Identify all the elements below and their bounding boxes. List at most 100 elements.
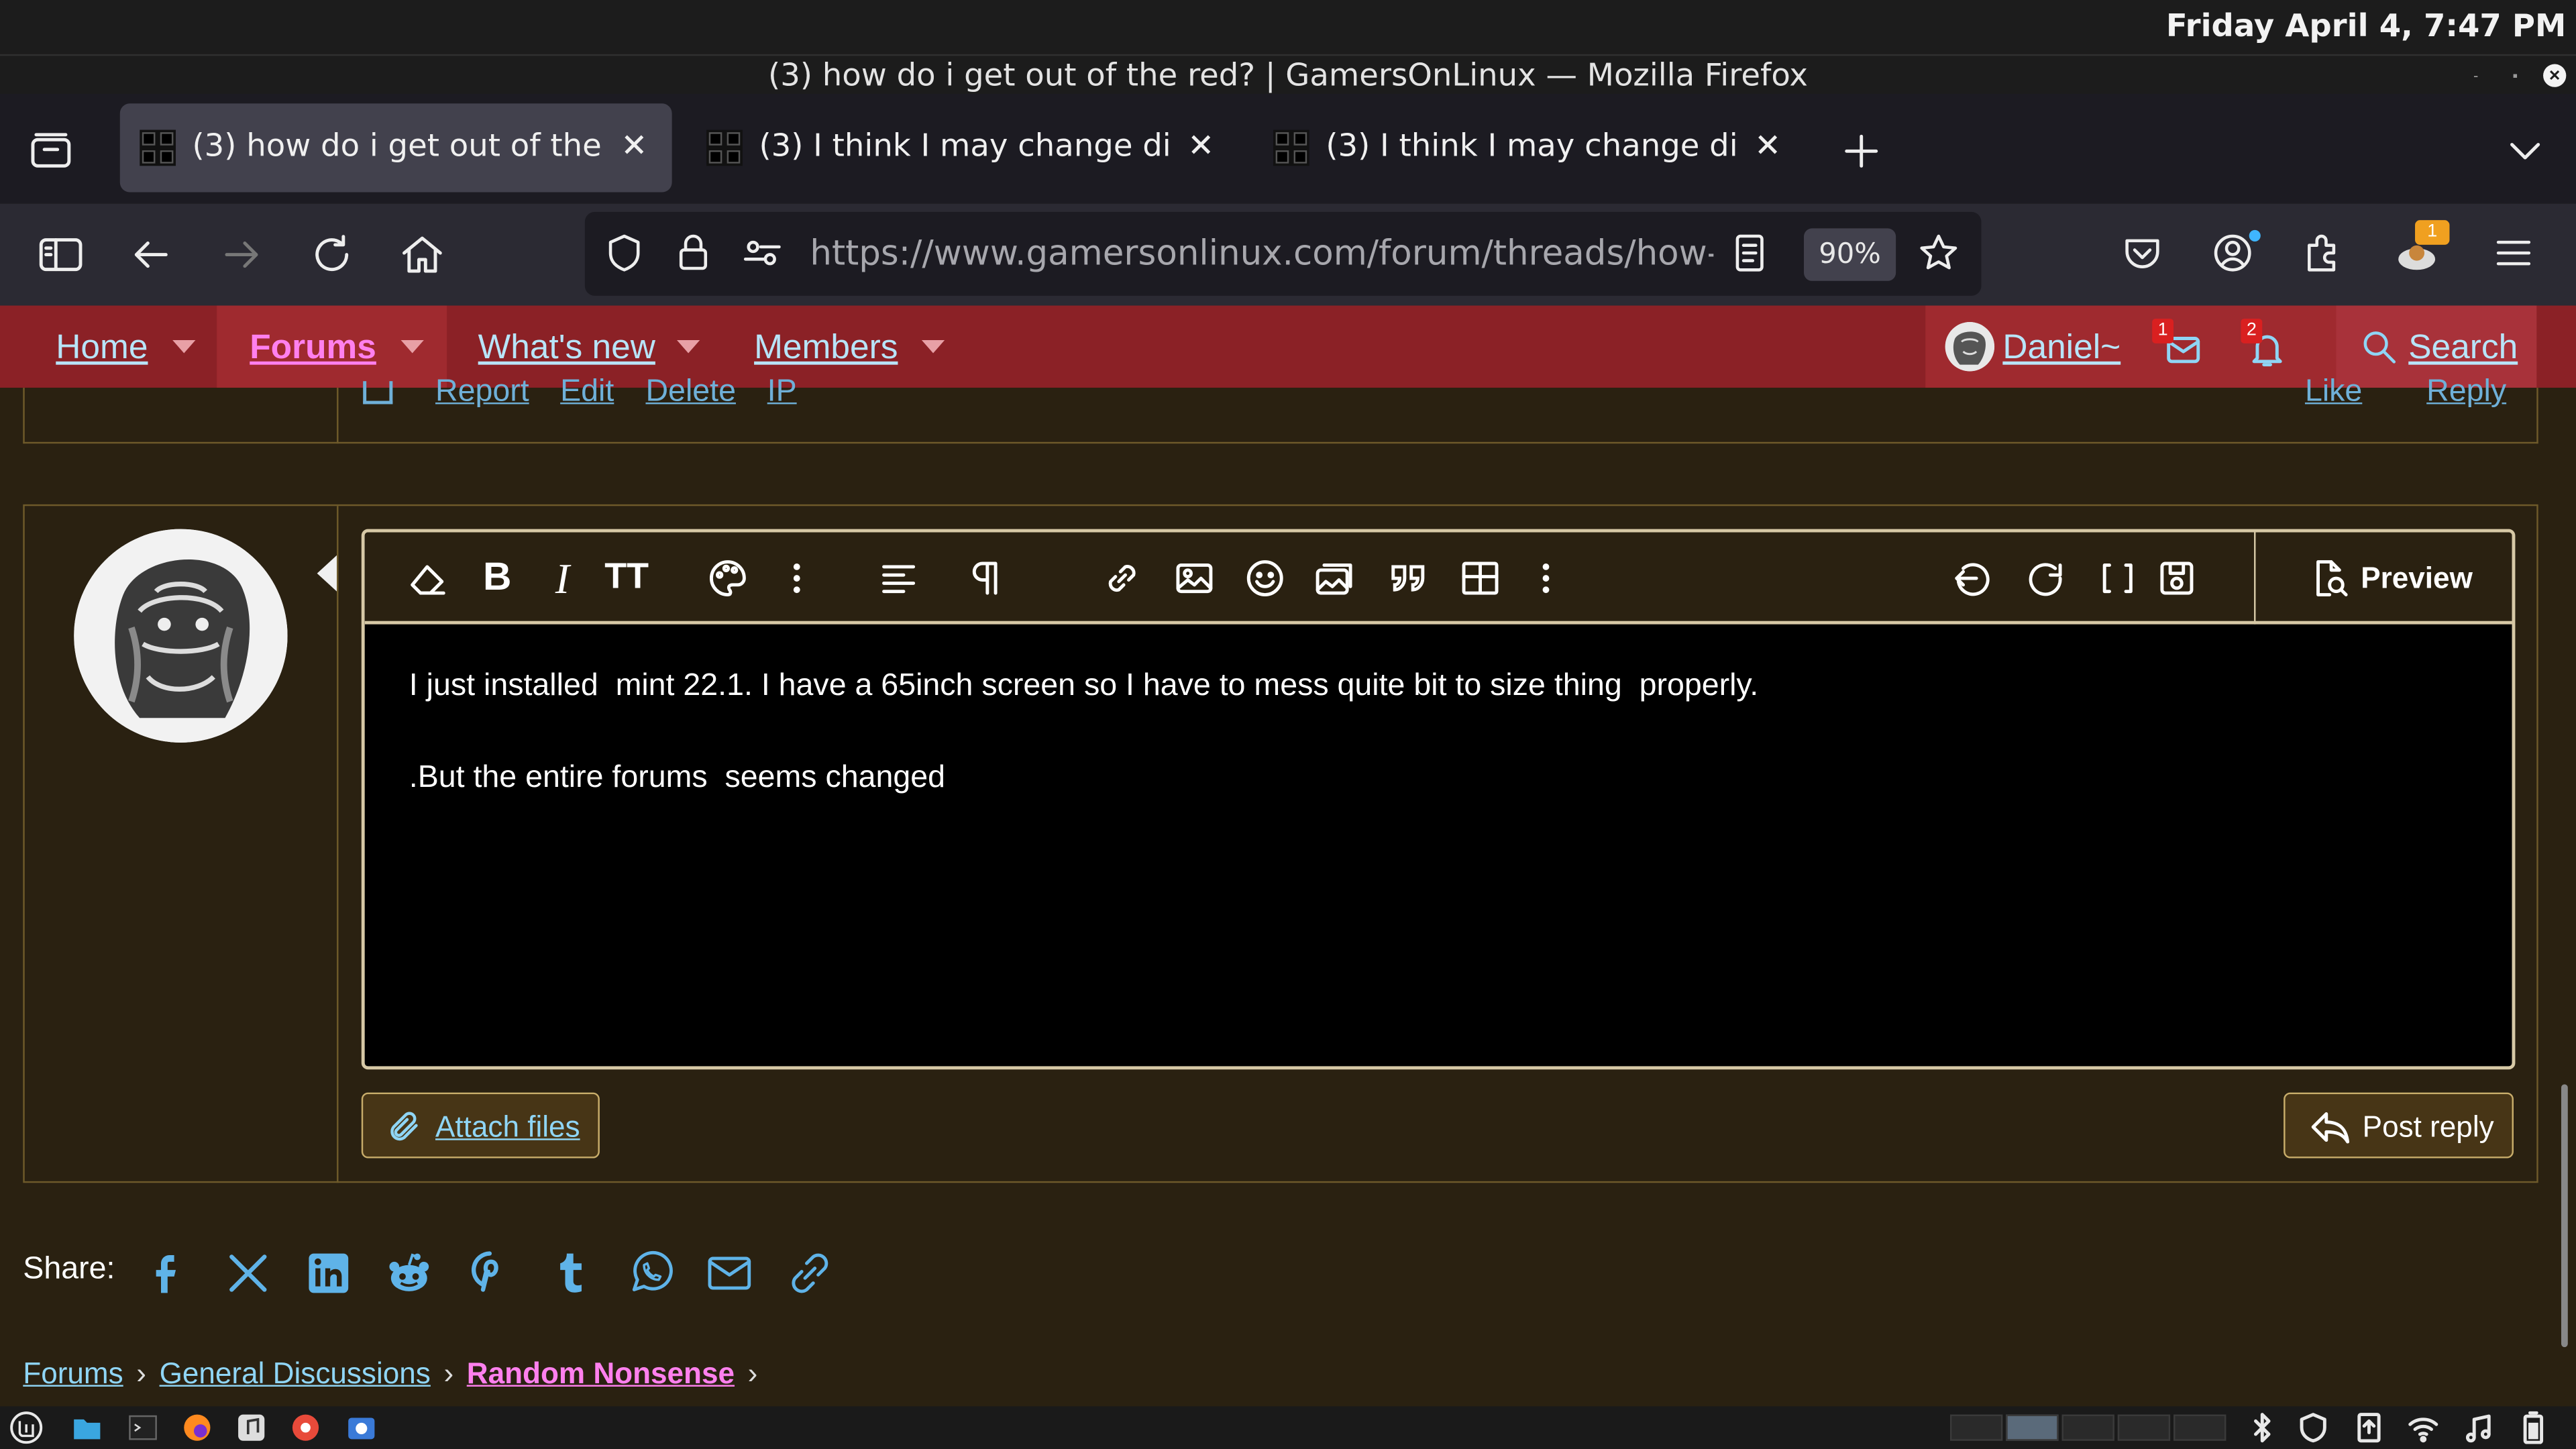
files-icon[interactable] <box>70 1411 103 1444</box>
breadcrumb-forums[interactable]: Forums <box>23 1357 123 1390</box>
preview-button[interactable]: Preview <box>2254 532 2512 625</box>
facebook-icon[interactable] <box>145 1248 194 1297</box>
image-icon[interactable] <box>1173 557 1216 600</box>
whats-new-dropdown-caret-icon[interactable] <box>676 339 700 354</box>
mint-menu-icon[interactable] <box>10 1411 43 1444</box>
message-text[interactable]: I just installed mint 22.1. I have a 65i… <box>409 663 1758 802</box>
paragraph-icon[interactable] <box>965 557 1008 600</box>
inbox-button[interactable]: 1 <box>2152 319 2204 368</box>
sidebar-button[interactable] <box>36 230 85 279</box>
tab-2[interactable]: (3) I think I may change distro | Gamers… <box>687 103 1239 192</box>
align-icon[interactable] <box>877 557 920 600</box>
tab-3[interactable]: (3) I think I may change distro | Gamers… <box>1254 103 1806 192</box>
extensions-button[interactable] <box>2300 230 2349 279</box>
sound-icon[interactable] <box>2463 1411 2496 1444</box>
redo-icon[interactable] <box>2024 557 2067 600</box>
members-dropdown-caret-icon[interactable] <box>921 339 945 354</box>
rich-text-editor[interactable]: B I TT Preview I just installed mint 22.… <box>361 529 2516 1070</box>
firefox-view-button[interactable] <box>26 127 75 176</box>
home-button[interactable] <box>398 230 447 279</box>
zoom-indicator[interactable]: 90% <box>1804 228 1896 281</box>
edit-link[interactable]: Edit <box>560 374 614 411</box>
like-link[interactable]: Like <box>2305 374 2362 411</box>
close-window-button[interactable]: ✕ <box>2543 64 2567 87</box>
whatsapp-icon[interactable] <box>626 1248 675 1297</box>
music-app-icon[interactable] <box>235 1411 268 1444</box>
attach-files-button[interactable]: Attach files <box>361 1092 600 1159</box>
breadcrumb-random-nonsense[interactable]: Random Nonsense <box>467 1357 735 1390</box>
media-player-icon[interactable] <box>289 1411 322 1444</box>
table-icon[interactable] <box>1459 557 1502 600</box>
site-security-button[interactable] <box>670 230 719 279</box>
close-tab-icon[interactable] <box>1186 129 1216 159</box>
more-vertical-icon[interactable] <box>1525 557 1568 600</box>
bookmark-button[interactable] <box>1916 230 1965 279</box>
post-reply-button[interactable]: Post reply <box>2284 1092 2514 1159</box>
quote-icon[interactable] <box>1387 557 1430 600</box>
report-link[interactable]: Report <box>435 374 529 411</box>
pocket-button[interactable] <box>2119 230 2168 279</box>
delete-link[interactable]: Delete <box>645 374 736 411</box>
extension-button[interactable]: 1 <box>2396 220 2450 279</box>
pinterest-icon[interactable] <box>465 1248 514 1297</box>
battery-icon[interactable] <box>2517 1411 2550 1444</box>
account-button[interactable] <box>2210 229 2261 279</box>
reddit-icon[interactable] <box>384 1248 433 1297</box>
workspace-2[interactable] <box>2006 1414 2059 1441</box>
new-tab-button[interactable] <box>1837 127 1886 176</box>
x-icon[interactable] <box>223 1248 272 1297</box>
avatar[interactable] <box>74 529 288 743</box>
tumblr-icon[interactable] <box>545 1248 594 1297</box>
tracking-protection-button[interactable] <box>601 230 650 279</box>
undo-icon[interactable] <box>1951 557 1994 600</box>
text-size-icon[interactable]: TT <box>604 555 649 598</box>
close-tab-icon[interactable] <box>619 129 649 159</box>
list-all-tabs-button[interactable] <box>2500 127 2549 176</box>
nav-home-link[interactable]: Home <box>56 306 148 388</box>
back-button[interactable] <box>127 230 176 279</box>
terminal-icon[interactable] <box>127 1411 160 1444</box>
ip-link[interactable]: IP <box>767 374 797 411</box>
italic-icon[interactable]: I <box>555 555 570 604</box>
window-titlebar[interactable]: (3) how do i get out of the red? | Gamer… <box>0 54 2576 94</box>
shield-icon[interactable] <box>2297 1411 2330 1444</box>
workspace-5[interactable] <box>2174 1414 2226 1441</box>
bbcode-icon[interactable] <box>2096 557 2139 600</box>
workspace-1[interactable] <box>1949 1414 2003 1441</box>
clock[interactable]: Friday April 4, 7:47 PM <box>2166 8 2566 44</box>
reader-view-button[interactable] <box>1727 230 1776 279</box>
breadcrumb-general-discussions[interactable]: General Discussions <box>160 1357 431 1390</box>
close-tab-icon[interactable] <box>1753 129 1782 159</box>
minimize-button[interactable]: - <box>2464 64 2487 87</box>
email-icon[interactable] <box>705 1248 754 1297</box>
username-link[interactable]: Daniel~ <box>2002 306 2121 388</box>
media-icon[interactable] <box>1314 557 1357 600</box>
link-icon[interactable] <box>786 1248 835 1297</box>
workspace-4[interactable] <box>2117 1414 2171 1441</box>
more-vertical-icon[interactable] <box>775 557 818 600</box>
tab-1[interactable]: (3) how do i get out of the red? | Gamer… <box>119 103 672 193</box>
alerts-button[interactable]: 2 <box>2238 319 2287 368</box>
wifi-icon[interactable] <box>2407 1411 2440 1444</box>
maximize-button[interactable]: ▪ <box>2504 64 2526 87</box>
workspace-3[interactable] <box>2061 1414 2114 1441</box>
eraser-icon[interactable] <box>406 557 449 600</box>
link-icon[interactable] <box>1101 557 1144 600</box>
update-manager-icon[interactable] <box>2353 1411 2385 1444</box>
permissions-button[interactable] <box>739 230 788 279</box>
select-checkbox[interactable] <box>363 381 393 405</box>
firefox-icon[interactable] <box>180 1411 213 1444</box>
menu-button[interactable] <box>2491 230 2540 279</box>
linkedin-icon[interactable] <box>304 1248 353 1297</box>
nav-forums-link[interactable]: Forums <box>250 306 376 388</box>
user-avatar[interactable] <box>1945 322 1995 372</box>
save-draft-icon[interactable] <box>2155 557 2198 600</box>
page-scrollbar[interactable] <box>2561 1084 2568 1348</box>
forums-dropdown-caret-icon[interactable] <box>400 339 424 354</box>
reload-button[interactable] <box>307 230 356 279</box>
url-text[interactable]: https://www.gamersonlinux.com/forum/thre… <box>810 233 1713 273</box>
emoji-icon[interactable] <box>1244 557 1287 600</box>
url-bar[interactable]: https://www.gamersonlinux.com/forum/thre… <box>584 211 1982 296</box>
bold-icon[interactable]: B <box>483 555 511 602</box>
forward-button[interactable] <box>217 230 266 279</box>
